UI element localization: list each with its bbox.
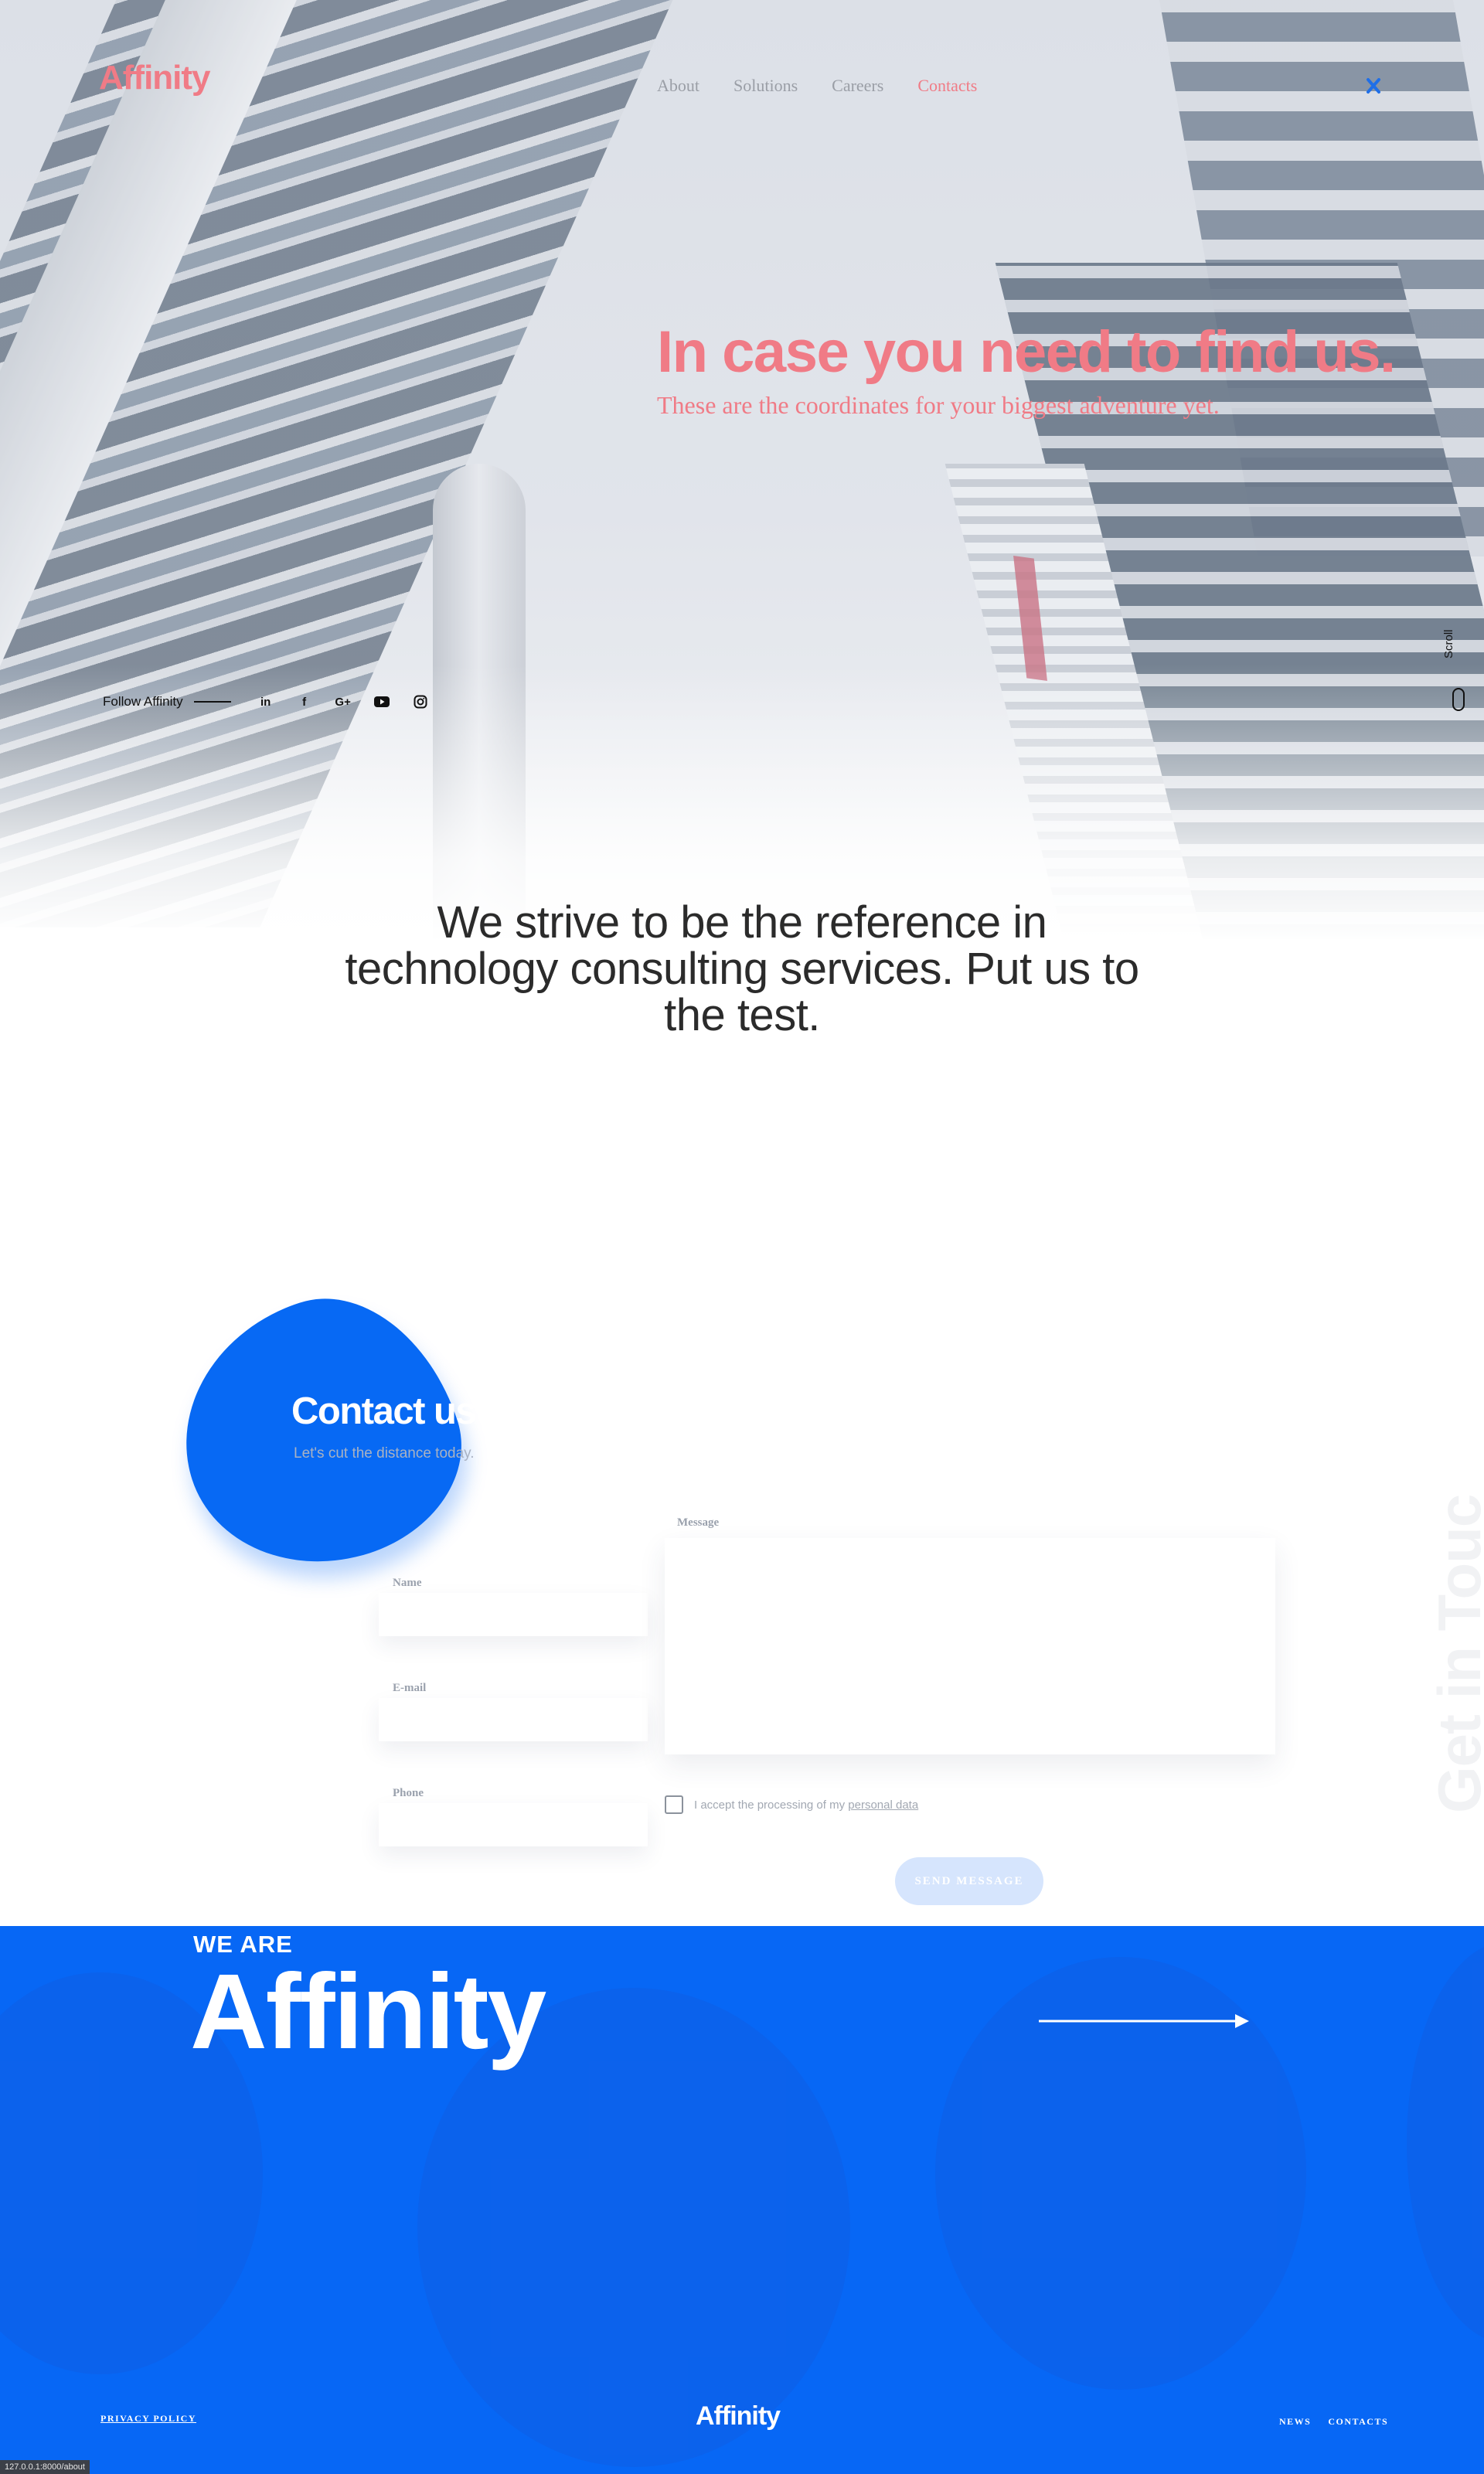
- follow-bar: Follow Affinity in f G+: [103, 692, 431, 712]
- hero-section: [0, 0, 1484, 939]
- email-field[interactable]: [379, 1698, 648, 1741]
- phone-label: Phone: [393, 1787, 424, 1799]
- consent-text-label: I accept the processing of my: [694, 1798, 846, 1812]
- contact-title: Contact us: [291, 1390, 477, 1432]
- hero-title: In case you need to find us.: [657, 319, 1396, 385]
- nav-solutions[interactable]: Solutions: [733, 76, 798, 96]
- linkedin-icon[interactable]: in: [256, 692, 276, 712]
- get-in-touch-side-text-wrap: Get in Touch: [1422, 1492, 1484, 1816]
- scroll-mouse-icon[interactable]: [1452, 688, 1465, 711]
- instagram-icon[interactable]: [410, 692, 431, 712]
- arrow-right-icon[interactable]: [1039, 2012, 1252, 2030]
- nav-contacts[interactable]: Contacts: [917, 76, 977, 96]
- browser-status-url: 127.0.0.1:8000/about: [0, 2460, 90, 2474]
- email-field-group: E-mail: [379, 1678, 648, 1741]
- message-label: Message: [677, 1516, 720, 1529]
- main-nav: About Solutions Careers Contacts: [657, 76, 977, 96]
- footer-logo[interactable]: Affinity: [696, 2401, 781, 2431]
- email-label: E-mail: [393, 1682, 427, 1694]
- hero-subtitle: These are the coordinates for your bigge…: [657, 391, 1220, 419]
- footer-ghost-shape: [1407, 1941, 1484, 2343]
- footer-contacts-link[interactable]: CONTACTS: [1328, 2416, 1388, 2428]
- consent-row: I accept the processing of my personal d…: [665, 1795, 918, 1814]
- phone-field-group: Phone: [379, 1783, 648, 1846]
- privacy-policy-link[interactable]: PRIVACY POLICY: [100, 2413, 196, 2425]
- name-field[interactable]: [379, 1593, 648, 1636]
- contact-subtitle: Let's cut the distance today.: [294, 1445, 475, 1462]
- send-message-button[interactable]: SEND MESSAGE: [895, 1857, 1043, 1905]
- follow-divider: [193, 701, 231, 703]
- name-field-group: Name: [379, 1573, 648, 1636]
- nav-careers[interactable]: Careers: [832, 76, 883, 96]
- message-field[interactable]: [665, 1538, 1275, 1754]
- phone-field[interactable]: [379, 1803, 648, 1846]
- youtube-icon[interactable]: [372, 692, 392, 712]
- close-x-icon[interactable]: [1362, 74, 1385, 97]
- scroll-label: Scroll: [1442, 629, 1455, 658]
- personal-data-link[interactable]: personal data: [848, 1798, 918, 1812]
- footer-nav: NEWS CONTACTS: [1279, 2416, 1388, 2428]
- facebook-icon[interactable]: f: [294, 692, 315, 712]
- name-label: Name: [393, 1577, 422, 1589]
- nav-about[interactable]: About: [657, 76, 699, 96]
- footer-brand-heading: Affinity: [190, 1952, 546, 2071]
- site-logo[interactable]: Affinity: [99, 59, 211, 97]
- footer-news-link[interactable]: NEWS: [1279, 2416, 1311, 2428]
- follow-label: Follow Affinity: [103, 694, 183, 709]
- consent-checkbox[interactable]: [665, 1795, 683, 1814]
- get-in-touch-side-text: Get in Touch: [1425, 1492, 1484, 1813]
- consent-text: I accept the processing of my personal d…: [694, 1798, 918, 1812]
- google-plus-icon[interactable]: G+: [333, 692, 353, 712]
- mission-statement: We strive to be the reference in technol…: [345, 897, 1139, 1040]
- contact-blob-shape: [150, 1268, 488, 1598]
